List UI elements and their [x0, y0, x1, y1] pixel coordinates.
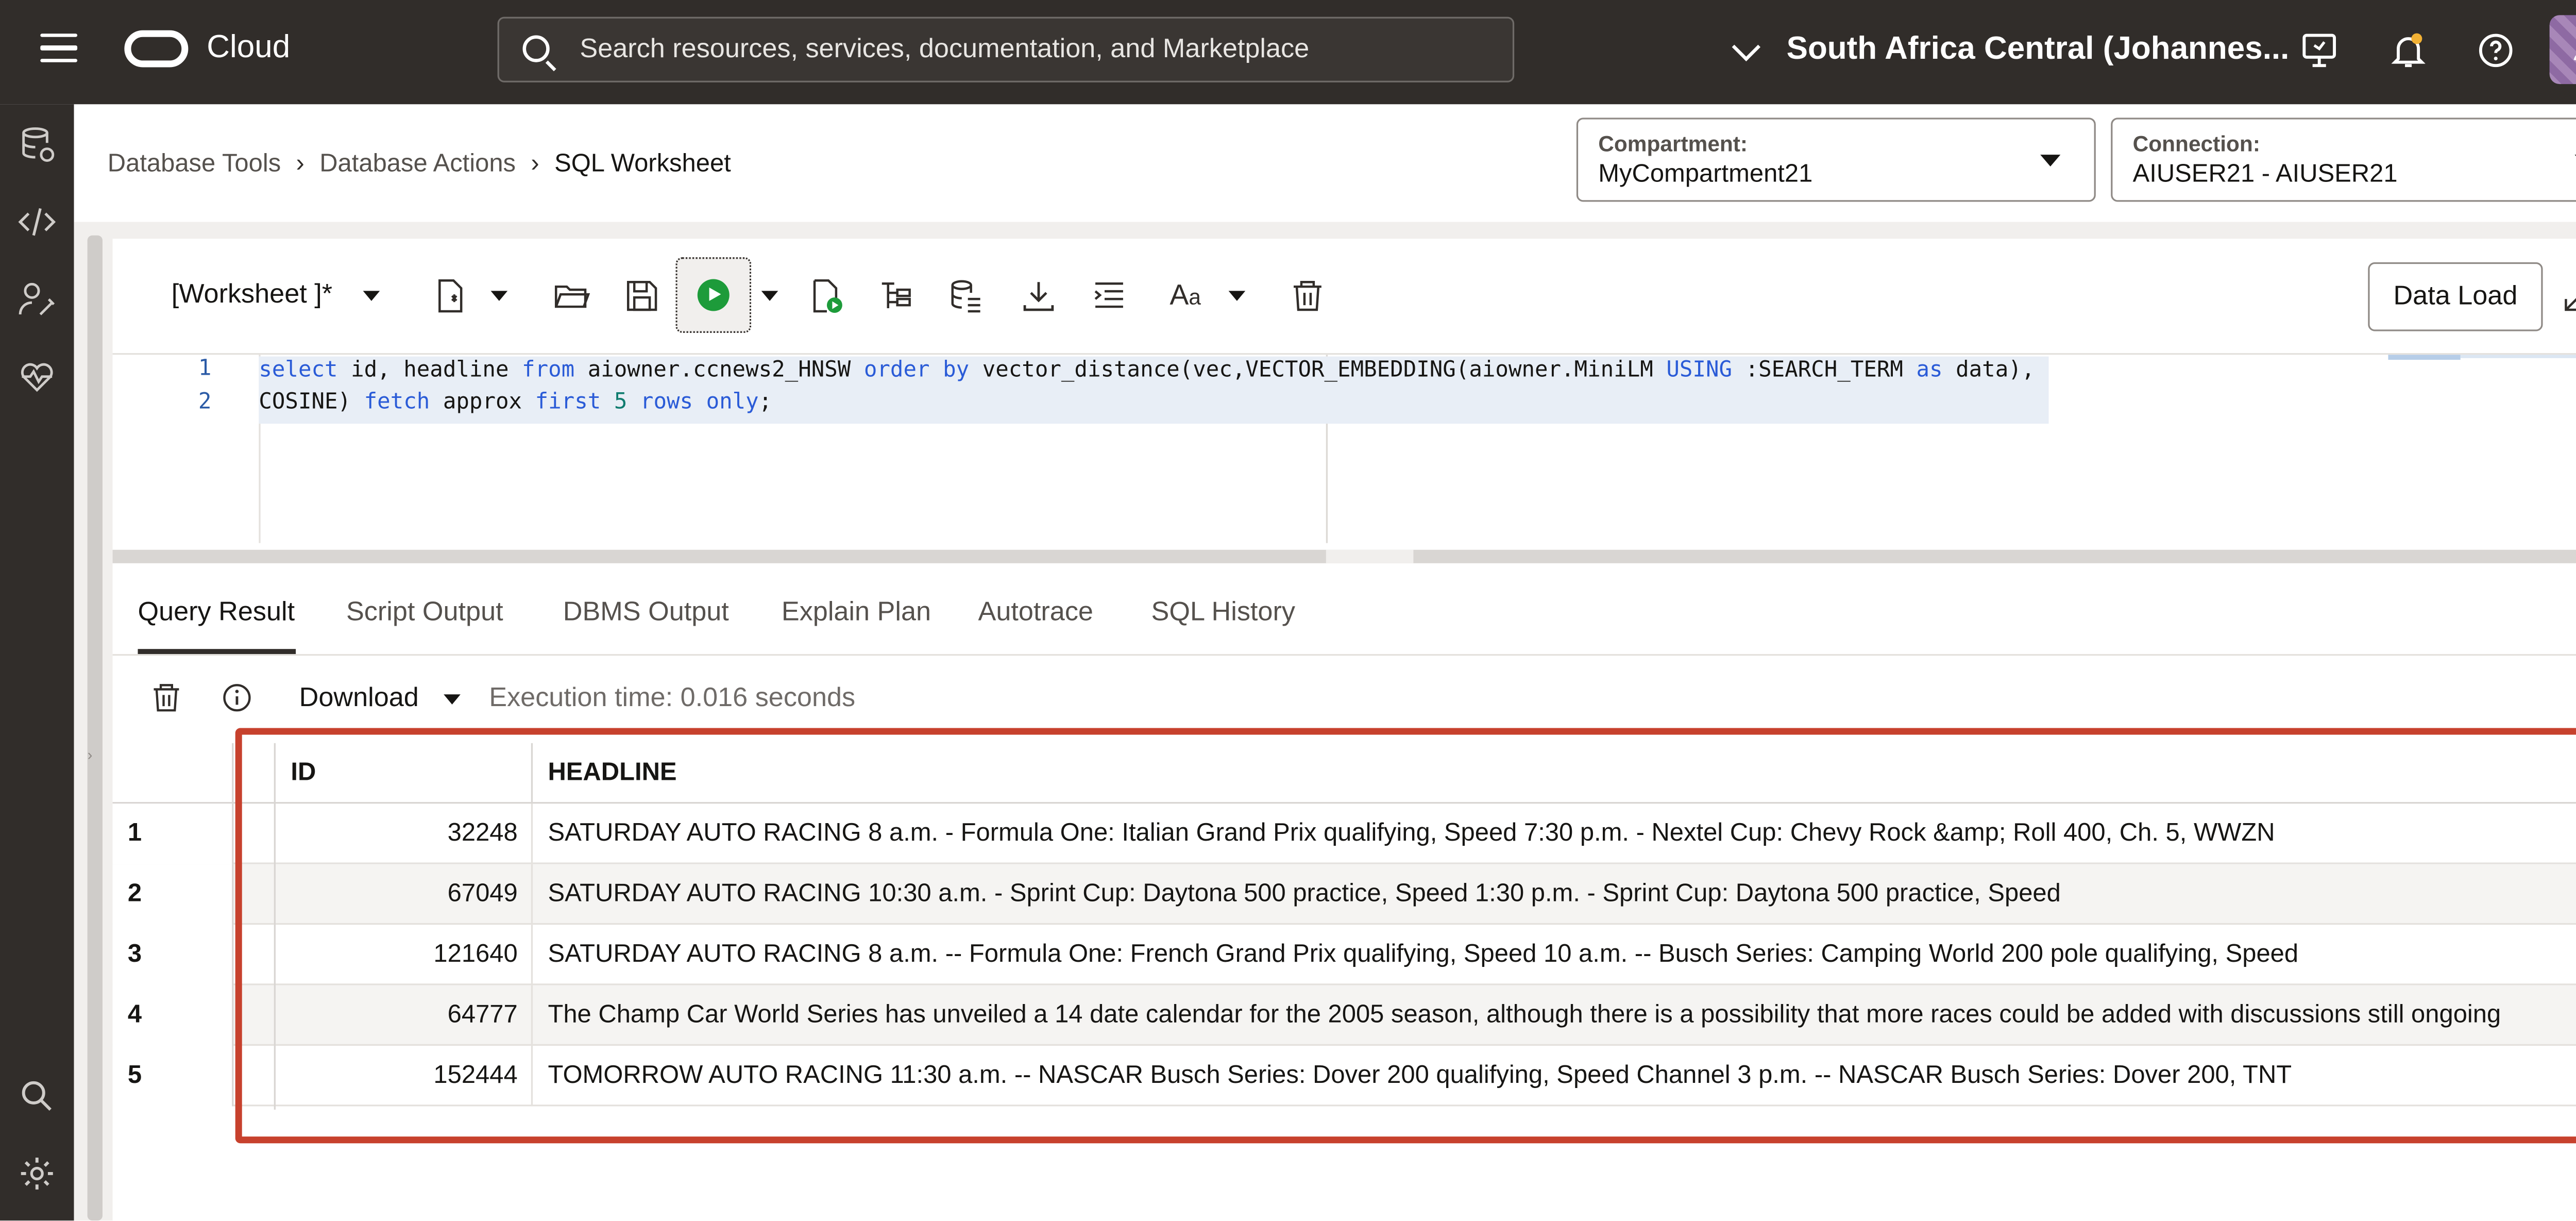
new-worksheet-caret-icon[interactable]: [490, 291, 508, 301]
minimap-marker: [2388, 355, 2461, 360]
chevron-right-icon: ›: [296, 149, 304, 178]
trash-icon[interactable]: [149, 681, 183, 714]
connection-label: Connection:: [2132, 131, 2260, 157]
info-icon[interactable]: [220, 681, 253, 714]
breadcrumb-sql-worksheet: SQL Worksheet: [554, 149, 731, 178]
left-rail: [0, 104, 74, 1221]
chevron-down-icon[interactable]: [1732, 32, 1761, 62]
user-icon: [2573, 55, 2576, 61]
tab-script-output[interactable]: Script Output: [346, 598, 503, 629]
row-number[interactable]: 4: [112, 985, 234, 1046]
compartment-select[interactable]: Compartment: MyCompartment21: [1576, 118, 2096, 202]
explain-plan-icon[interactable]: [877, 277, 914, 314]
search-input[interactable]: [580, 31, 1487, 69]
editor-results-splitter[interactable]: [112, 549, 2576, 563]
worksheet-selector[interactable]: [Worksheet ]*: [172, 281, 332, 311]
expand-icon[interactable]: [2561, 277, 2576, 314]
monitor-icon[interactable]: [2299, 30, 2340, 71]
line-number: 1: [198, 356, 212, 382]
bell-icon[interactable]: [2388, 30, 2428, 71]
database-icon[interactable]: [17, 124, 57, 164]
splitter-handle[interactable]: [1326, 549, 1414, 563]
run-script-icon[interactable]: [808, 277, 845, 314]
row-number[interactable]: 3: [112, 925, 234, 985]
gear-icon[interactable]: [17, 1153, 57, 1194]
font-size-icon[interactable]: Aa: [1170, 279, 1201, 313]
save-icon[interactable]: [623, 277, 660, 314]
row-number[interactable]: 2: [112, 864, 234, 925]
search-icon[interactable]: [17, 1076, 57, 1116]
search-icon: [522, 35, 550, 62]
collapse-handle-icon[interactable]: ›: [88, 746, 93, 763]
heart-pulse-icon[interactable]: [17, 357, 57, 397]
run-icon: [697, 279, 730, 311]
top-bar: Cloud South Africa Central (Johannes...: [0, 0, 2576, 105]
app-root: Cloud South Africa Central (Johannes...: [0, 0, 2576, 1221]
oracle-logo[interactable]: [124, 30, 189, 68]
breadcrumb-database-tools[interactable]: Database Tools: [108, 149, 281, 178]
menu-icon[interactable]: [40, 34, 78, 64]
worksheet-toolbar: [113, 239, 2576, 353]
download-menu[interactable]: Download: [299, 684, 419, 715]
sql-text[interactable]: select id, headline from aiowner.ccnews2…: [259, 356, 2048, 424]
clear-icon[interactable]: [1289, 277, 1326, 314]
help-icon[interactable]: [2476, 30, 2516, 71]
connection-value: AIUSER21 - AIUSER21: [2132, 159, 2398, 189]
tab-sql-history[interactable]: SQL History: [1151, 598, 1295, 629]
execution-time: Execution time: 0.016 seconds: [489, 684, 856, 713]
minimap-marker: [2460, 355, 2576, 358]
font-size-caret-icon[interactable]: [1228, 291, 1246, 301]
connection-select[interactable]: Connection: AIUSER21 - AIUSER21: [2111, 118, 2576, 202]
brand-label[interactable]: Cloud: [207, 30, 290, 68]
new-worksheet-icon[interactable]: [432, 277, 469, 314]
run-caret-icon[interactable]: [761, 291, 778, 301]
vertical-scrollbar[interactable]: [87, 235, 103, 1221]
autotrace-icon[interactable]: [948, 277, 985, 314]
download-caret-icon[interactable]: [444, 694, 461, 705]
code-icon[interactable]: [17, 202, 57, 242]
user-avatar[interactable]: [2549, 15, 2576, 85]
tab-autotrace[interactable]: Autotrace: [978, 598, 1093, 629]
compartment-value: MyCompartment21: [1598, 159, 1813, 189]
breadcrumb: Database Tools › Database Actions › SQL Work…: [108, 149, 731, 178]
region-selector[interactable]: South Africa Central (Johannes...: [1787, 32, 2290, 69]
tab-query-result[interactable]: Query Result: [138, 598, 295, 629]
tab-dbms-output[interactable]: DBMS Output: [563, 598, 729, 629]
line-number: 2: [198, 390, 212, 415]
row-number[interactable]: 5: [112, 1046, 234, 1107]
row-number[interactable]: 1: [112, 804, 234, 864]
open-icon[interactable]: [553, 277, 590, 314]
chevron-right-icon: ›: [531, 149, 539, 178]
data-load-button[interactable]: Data Load: [2368, 262, 2543, 331]
run-button[interactable]: [675, 257, 752, 333]
compartment-label: Compartment:: [1598, 131, 1748, 157]
download-icon[interactable]: [1020, 277, 1057, 314]
breadcrumb-database-actions[interactable]: Database Actions: [319, 149, 516, 178]
caret-down-icon: [2040, 155, 2061, 166]
highlight-box: [235, 728, 2576, 1144]
global-search[interactable]: [497, 16, 1515, 82]
tab-explain-plan[interactable]: Explain Plan: [782, 598, 931, 629]
user-tool-icon[interactable]: [17, 279, 57, 320]
worksheet-caret-icon[interactable]: [363, 291, 380, 301]
active-tab-indicator: [138, 649, 296, 654]
format-icon[interactable]: [1091, 277, 1128, 314]
